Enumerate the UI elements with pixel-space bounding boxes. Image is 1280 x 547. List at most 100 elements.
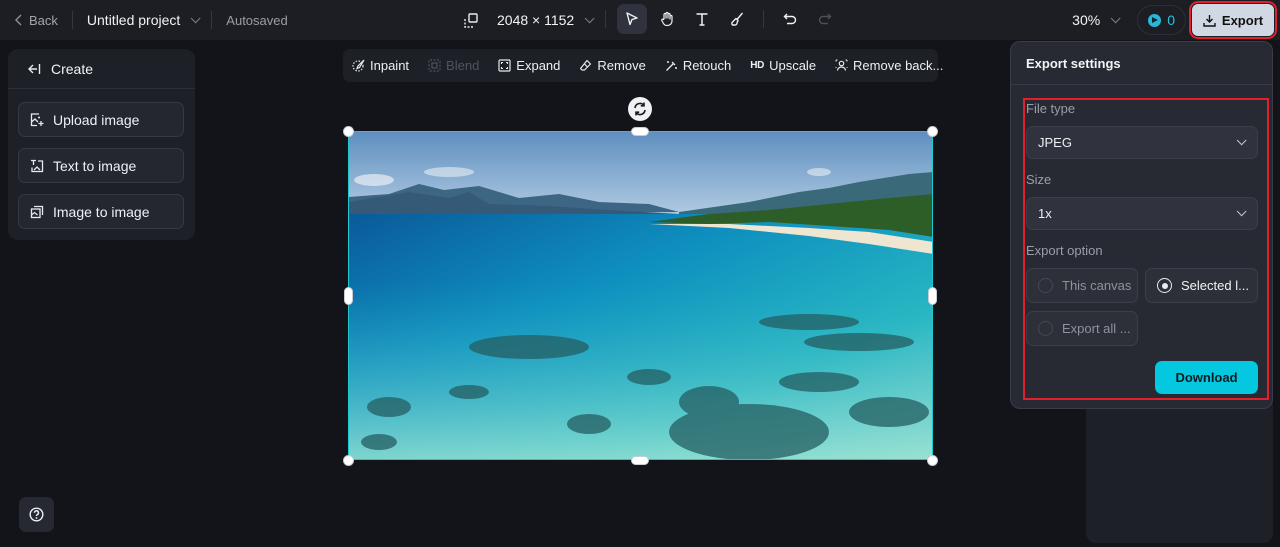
upload-image-label: Upload image [53, 111, 140, 128]
resize-handle-top-right[interactable] [927, 126, 938, 137]
credits-icon [1148, 13, 1162, 27]
undo-icon [783, 13, 797, 25]
image-to-image-label: Image to image [53, 203, 150, 220]
export-label: Export [1221, 12, 1264, 28]
resize-handle-right[interactable] [928, 287, 937, 305]
export-button[interactable]: Export [1189, 1, 1277, 39]
tool-group [605, 4, 840, 34]
text-icon [696, 13, 708, 26]
blend-button[interactable]: Blend [428, 58, 479, 73]
radio-export-all[interactable]: Export all ... [1026, 311, 1138, 346]
text-to-image-button[interactable]: Text to image [18, 148, 184, 183]
divider [71, 11, 73, 29]
radio-circle-icon [1038, 278, 1053, 293]
divider [605, 10, 606, 28]
redo-icon [818, 13, 832, 25]
image-to-image-button[interactable]: Image to image [18, 194, 184, 229]
chevron-down-icon [1236, 135, 1247, 146]
resize-handle-bottom-right[interactable] [927, 455, 938, 466]
divider [763, 10, 764, 28]
top-bar: Back Untitled project Autosaved 2048 × 1… [0, 0, 1280, 40]
brush-tool[interactable] [722, 4, 752, 34]
upscale-button[interactable]: HD Upscale [750, 58, 816, 73]
zoom-dropdown[interactable]: 30% [1072, 12, 1121, 28]
download-icon [1203, 14, 1216, 27]
chevron-down-icon [190, 12, 201, 23]
undo-button[interactable] [775, 4, 805, 34]
save-status: Autosaved [226, 12, 288, 28]
image-toolbar: Inpaint Blend Expand Remove Retouch HD U… [343, 49, 943, 82]
export-option-label: Export option [1026, 243, 1103, 258]
radio-circle-icon [1038, 321, 1053, 336]
radio-selected-layers[interactable]: Selected l... [1145, 268, 1258, 303]
remove-label: Remove [597, 58, 646, 73]
retouch-button[interactable]: Retouch [665, 58, 731, 73]
radio-this-canvas[interactable]: This canvas [1026, 268, 1138, 303]
upload-image-button[interactable]: Upload image [18, 102, 184, 137]
upload-image-icon [30, 112, 44, 126]
text-to-image-label: Text to image [53, 157, 137, 174]
file-type-label: File type [1026, 101, 1076, 116]
chevron-left-icon [15, 14, 22, 26]
resize-handle-top-left[interactable] [343, 126, 354, 137]
chevron-down-icon [1110, 12, 1121, 23]
export-settings-title: Export settings [1011, 42, 1272, 85]
resize-handle-bottom[interactable] [631, 456, 649, 465]
radio-this-canvas-label: This canvas [1062, 278, 1132, 293]
remove-background-button[interactable]: Remove back... [835, 58, 943, 73]
hand-icon [661, 11, 673, 27]
cursor-arrow-icon [626, 12, 638, 26]
canvas-size: 2048 × 1152 [497, 12, 575, 28]
file-type-select[interactable]: JPEG [1026, 126, 1258, 159]
export-settings-panel: Export settings File type JPEG Size 1x E… [1010, 41, 1273, 409]
resize-handle-left[interactable] [344, 287, 353, 305]
canvas-image[interactable] [348, 131, 933, 460]
blend-label: Blend [446, 58, 480, 73]
create-panel-collapse[interactable]: Create [8, 49, 195, 89]
magic-wand-icon [665, 61, 677, 71]
beach-image [349, 132, 932, 459]
credits-badge[interactable]: 0 [1137, 5, 1186, 35]
remove-background-label: Remove back... [853, 58, 944, 73]
chevron-down-icon [1236, 206, 1247, 217]
redo-button[interactable] [810, 4, 840, 34]
size-value: 1x [1038, 206, 1052, 221]
create-panel: Create Upload image Text to image Image … [8, 49, 195, 240]
canvas-size-dropdown[interactable]: 2048 × 1152 [464, 12, 595, 28]
project-title: Untitled project [86, 12, 181, 28]
size-select[interactable]: 1x [1026, 197, 1258, 230]
image-to-image-icon [30, 205, 44, 218]
zoom-level: 30% [1072, 12, 1101, 28]
upscale-label: Upscale [769, 58, 817, 73]
help-button[interactable] [19, 497, 54, 532]
inpaint-button[interactable]: Inpaint [352, 58, 409, 73]
hd-icon: HD [750, 60, 765, 71]
hand-tool[interactable] [652, 4, 682, 34]
download-button[interactable]: Download [1155, 361, 1258, 394]
back-button[interactable]: Back [14, 13, 58, 28]
radio-selected-layers-label: Selected l... [1181, 278, 1249, 293]
blend-icon [428, 59, 441, 72]
remove-background-icon [835, 59, 848, 71]
project-title-dropdown[interactable]: Untitled project [86, 12, 201, 28]
file-type-value: JPEG [1038, 135, 1072, 150]
remove-button[interactable]: Remove [579, 58, 646, 73]
rotate-handle[interactable] [628, 97, 652, 121]
expand-button[interactable]: Expand [498, 58, 560, 73]
chevron-down-icon [584, 12, 595, 23]
resize-icon [464, 12, 478, 28]
eraser-icon [580, 59, 592, 71]
inpaint-label: Inpaint [370, 58, 410, 73]
brush-icon [731, 12, 744, 26]
inpaint-icon [352, 59, 365, 72]
collapse-left-icon [28, 63, 41, 74]
divider [211, 11, 213, 29]
resize-handle-top[interactable] [631, 127, 649, 136]
retouch-label: Retouch [682, 58, 732, 73]
radio-export-all-label: Export all ... [1062, 321, 1131, 336]
text-tool[interactable] [687, 4, 717, 34]
create-panel-title: Create [51, 60, 94, 77]
expand-icon [498, 59, 511, 72]
select-tool[interactable] [617, 4, 647, 34]
resize-handle-bottom-left[interactable] [343, 455, 354, 466]
